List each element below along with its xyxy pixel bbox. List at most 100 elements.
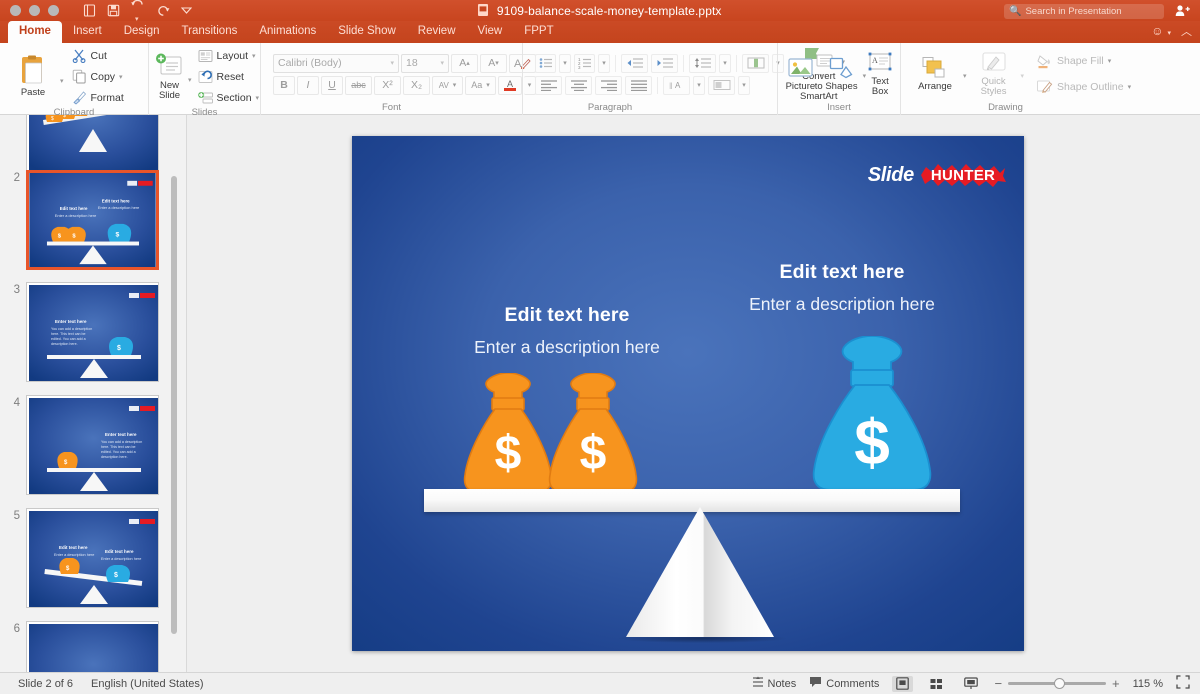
thumbnail-slide-6[interactable]: 6 Slide HUNTER [0,621,172,672]
tab-design[interactable]: Design [113,21,171,43]
tab-view[interactable]: View [467,21,514,43]
paste-dropdown-icon[interactable]: ▾ [60,77,64,85]
smiley-icon[interactable]: ☺ ▾ [1151,24,1171,38]
language-label[interactable]: English (United States) [91,678,204,690]
arrange-dropdown-icon[interactable]: ▾ [963,72,967,80]
format-painter-button[interactable]: Format [72,88,124,107]
align-text-button[interactable] [708,75,735,95]
align-center-button[interactable] [565,75,592,95]
layout-button[interactable]: Layout ▾ [198,46,260,65]
slide-thumbnail-pane[interactable]: 1 $ $ $ $ 2 [0,115,186,672]
numbering-dropdown-icon[interactable]: ▾ [598,53,610,73]
italic-button[interactable]: I [297,75,319,95]
tab-animations[interactable]: Animations [248,21,327,43]
align-right-button[interactable] [595,75,622,95]
increase-indent-button[interactable] [651,53,678,73]
shape-outline-dropdown-icon[interactable]: ▾ [1128,83,1132,91]
zoom-knob[interactable] [1054,678,1066,689]
slide-canvas[interactable]: Slide HUNTER Edit text here Enter a desc… [352,136,1024,651]
bold-button[interactable]: B [273,75,295,95]
chevron-up-icon[interactable]: ︿ [1181,23,1192,39]
money-bag-orange-1[interactable]: $ [462,373,554,495]
thumbnail-scrollbar[interactable] [170,119,178,668]
line-spacing-button[interactable] [689,53,716,73]
columns-button[interactable] [742,53,769,73]
notes-button[interactable]: Notes [752,676,796,691]
shapes-button[interactable]: Shapes [824,56,858,92]
picture-button[interactable]: Picture [784,56,817,92]
right-text-block[interactable]: Edit text here Enter a description here [662,261,1022,315]
text-direction-dropdown-icon[interactable]: ▾ [693,75,705,95]
zoom-in-button[interactable]: + [1112,676,1120,691]
bullets-button[interactable] [535,53,556,73]
text-box-button[interactable]: A Text Box [866,51,894,97]
character-spacing-button[interactable]: AV ▾ [432,75,463,95]
tab-insert[interactable]: Insert [62,21,113,43]
layout-dropdown-icon[interactable]: ▾ [252,52,256,60]
strikethrough-button[interactable]: abc [345,75,372,95]
font-color-button[interactable]: A [498,75,522,95]
text-direction-button[interactable]: ‖ A [663,75,690,95]
section-button[interactable]: Section ▾ [197,88,260,107]
normal-view-button[interactable] [892,675,914,692]
cut-button[interactable]: Cut [72,46,124,65]
thumbnail-frame[interactable]: Enter text here You can add a descriptio… [26,395,159,495]
search-input[interactable]: 🔍 Search in Presentation [1004,4,1164,19]
fulcrum-triangle[interactable] [626,507,774,639]
superscript-button[interactable]: X² [374,75,401,95]
share-icon[interactable] [1175,4,1190,20]
section-dropdown-icon[interactable]: ▾ [256,94,260,102]
quick-styles-button[interactable]: Quick Styles [971,51,1017,97]
quick-styles-dropdown-icon[interactable]: ▾ [1021,72,1025,80]
fit-to-window-button[interactable] [1176,675,1190,692]
shape-fill-dropdown-icon[interactable]: ▾ [1108,57,1112,65]
arrange-button[interactable]: Arrange [911,56,959,92]
change-case-button[interactable]: Aa ▾ [465,75,496,95]
zoom-track[interactable] [1008,678,1107,689]
paste-button[interactable]: Paste [10,55,56,98]
underline-button[interactable]: U [321,75,343,95]
thumbnail-frame[interactable]: Slide HUNTER [26,621,159,672]
comments-button[interactable]: Comments [809,676,879,691]
reset-button[interactable]: Reset [198,67,260,86]
tab-slide-show[interactable]: Slide Show [327,21,407,43]
copy-dropdown-icon[interactable]: ▾ [119,73,123,81]
align-left-button[interactable] [535,75,562,95]
subscript-button[interactable]: X₂ [403,75,430,95]
tab-review[interactable]: Review [407,21,467,43]
shape-fill-button[interactable]: Shape Fill ▾ [1036,52,1131,71]
thumbnail-scrollbar-thumb[interactable] [171,176,177,634]
tab-home[interactable]: Home [8,21,62,43]
decrease-font-size-button[interactable]: A ▾ [480,53,507,73]
shape-outline-button[interactable]: Shape Outline ▾ [1036,78,1131,97]
decrease-indent-button[interactable] [621,53,648,73]
thumbnail-slide-1[interactable]: 1 $ $ $ $ [0,115,172,171]
new-slide-dropdown-icon[interactable]: ▾ [188,76,192,84]
thumbnail-slide-4[interactable]: 4 Enter text here You can add a descript… [0,395,172,495]
justify-button[interactable] [625,75,652,95]
copy-button[interactable]: Copy ▾ [72,67,124,86]
tab-transitions[interactable]: Transitions [171,21,249,43]
pane-divider[interactable] [186,115,187,672]
thumbnail-slide-5[interactable]: 5 Edit text here Enter a description her… [0,508,172,608]
thumbnail-frame[interactable]: $ $ $ $ [26,115,159,171]
zoom-out-button[interactable]: − [994,676,1002,691]
thumbnail-slide-3[interactable]: 3 Enter text here You can add a descript… [0,282,172,382]
thumbnail-frame[interactable]: Enter text here You can add a descriptio… [26,282,159,382]
thumbnail-frame[interactable]: Edit text here Enter a description here … [26,508,159,608]
money-bag-orange-2[interactable]: $ [547,373,639,495]
thumbnail-frame-selected[interactable]: Edit text here Enter a description here … [26,170,159,270]
tab-fppt[interactable]: FPPT [513,21,564,43]
zoom-slider[interactable]: − + [994,676,1119,691]
numbering-button[interactable]: 123 [574,53,595,73]
money-bag-blue[interactable]: $ [810,336,934,494]
thumbnail-slide-2[interactable]: 2 Edit text here Enter a description her… [0,170,172,270]
slide-sorter-button[interactable] [926,676,947,692]
bullets-dropdown-icon[interactable]: ▾ [559,53,571,73]
align-text-dropdown-icon[interactable]: ▾ [738,75,750,95]
font-size-input[interactable]: 18 ▾ [401,53,449,73]
line-spacing-dropdown-icon[interactable]: ▾ [719,53,731,73]
new-slide-button[interactable]: New Slide [155,53,184,101]
presenter-view-button[interactable] [960,676,981,692]
increase-font-size-button[interactable]: A ▴ [451,53,478,73]
